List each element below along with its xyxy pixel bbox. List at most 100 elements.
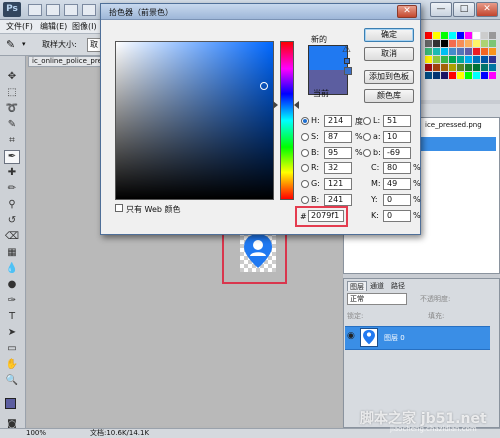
swatch-cell[interactable] — [489, 64, 496, 71]
crop-tool-icon[interactable]: ⌗ — [4, 134, 20, 148]
swatch-cell[interactable] — [465, 72, 472, 79]
swatch-cell[interactable] — [425, 72, 432, 79]
color-libraries-button[interactable]: 颜色库 — [364, 89, 414, 103]
eraser-tool-icon[interactable]: ⌫ — [4, 230, 20, 244]
maximize-button[interactable]: □ — [453, 2, 475, 17]
swatch-cell[interactable] — [441, 48, 448, 55]
swatch-cell[interactable] — [457, 48, 464, 55]
swatch-cell[interactable] — [449, 56, 456, 63]
swatches-grid[interactable] — [421, 20, 500, 100]
swatch-cell[interactable] — [481, 40, 488, 47]
web-colors-only-checkbox[interactable] — [115, 204, 123, 212]
dialog-titlebar[interactable]: 拾色器（前景色） ✕ — [101, 4, 420, 20]
swatch-cell[interactable] — [441, 32, 448, 39]
input-s[interactable]: 87 — [324, 131, 352, 143]
swatch-cell[interactable] — [449, 72, 456, 79]
type-tool-icon[interactable]: T — [4, 310, 20, 324]
swatch-cell[interactable] — [433, 72, 440, 79]
swatch-cell[interactable] — [457, 64, 464, 71]
swatch-cell[interactable] — [473, 72, 480, 79]
swatch-cell[interactable] — [425, 40, 432, 47]
tab-paths[interactable]: 路径 — [389, 281, 407, 291]
swatch-cell[interactable] — [441, 40, 448, 47]
bridge-icon[interactable] — [28, 4, 42, 16]
document-tab[interactable]: ic_online_police_pressed — [28, 56, 108, 67]
radio-s[interactable] — [301, 133, 309, 141]
swatch-cell[interactable] — [441, 72, 448, 79]
gradient-tool-icon[interactable]: ▦ — [4, 246, 20, 260]
quick-select-tool-icon[interactable]: ✎ — [4, 118, 20, 132]
swatch-cell[interactable] — [473, 64, 480, 71]
swatch-cell[interactable] — [481, 48, 488, 55]
swatch-cell[interactable] — [481, 56, 488, 63]
input-a[interactable]: 10 — [383, 131, 411, 143]
tab-layers[interactable]: 图层 — [347, 281, 367, 291]
web-safe-cube-icon[interactable] — [344, 67, 352, 75]
swatch-cell[interactable] — [433, 32, 440, 39]
swatch-cell[interactable] — [489, 72, 496, 79]
swatch-cell[interactable] — [425, 64, 432, 71]
input-h[interactable]: 214 — [324, 115, 352, 127]
color-field-cursor[interactable] — [260, 82, 268, 90]
clone-stamp-tool-icon[interactable]: ⚲ — [4, 198, 20, 212]
swatch-cell[interactable] — [473, 32, 480, 39]
swatch-cell[interactable] — [489, 40, 496, 47]
dialog-close-button[interactable]: ✕ — [397, 5, 417, 18]
radio-b[interactable] — [301, 149, 309, 157]
cancel-button[interactable]: 取消 — [364, 47, 414, 61]
minibridge-icon[interactable] — [46, 4, 60, 16]
shape-tool-icon[interactable]: ▭ — [4, 342, 20, 356]
swatch-cell[interactable] — [457, 32, 464, 39]
input-l[interactable]: 51 — [383, 115, 411, 127]
hex-input[interactable]: 2079f1 — [308, 210, 344, 222]
radio-b-lab[interactable] — [363, 149, 371, 157]
swatch-cell[interactable] — [489, 32, 496, 39]
input-b-rgb[interactable]: 241 — [324, 194, 352, 206]
swatch-cell[interactable] — [433, 40, 440, 47]
canvas-image[interactable] — [240, 232, 276, 272]
move-tool-icon[interactable]: ✥ — [4, 70, 20, 84]
swatch-cell[interactable] — [489, 56, 496, 63]
radio-l[interactable] — [363, 117, 371, 125]
dodge-tool-icon[interactable]: ● — [4, 278, 20, 292]
zoom-level-icon[interactable] — [64, 4, 78, 16]
hue-slider[interactable] — [280, 41, 294, 200]
hand-tool-icon[interactable] — [82, 4, 96, 16]
swatch-cell[interactable] — [433, 64, 440, 71]
warning-triangle-icon[interactable]: ⚠ — [342, 44, 351, 55]
swatch-cell[interactable] — [449, 64, 456, 71]
chevron-down-icon[interactable]: ▾ — [22, 40, 26, 48]
zoom-tool-icon[interactable]: 🔍 — [4, 374, 20, 388]
swatch-cell[interactable] — [449, 40, 456, 47]
hand-tool-icon[interactable]: ✋ — [4, 358, 20, 372]
swatch-cell[interactable] — [425, 48, 432, 55]
blur-tool-icon[interactable]: 💧 — [4, 262, 20, 276]
layer-name[interactable]: 图层 0 — [384, 333, 405, 343]
swatch-cell[interactable] — [465, 48, 472, 55]
input-m[interactable]: 49 — [383, 178, 411, 190]
history-brush-tool-icon[interactable]: ↺ — [4, 214, 20, 228]
swatch-cell[interactable] — [481, 32, 488, 39]
radio-h[interactable] — [301, 117, 309, 125]
menu-file[interactable]: 文件(F) — [6, 21, 33, 33]
radio-b-rgb[interactable] — [301, 196, 309, 204]
input-k[interactable]: 0 — [383, 210, 411, 222]
swatch-cell[interactable] — [449, 32, 456, 39]
lasso-tool-icon[interactable]: ➰ — [4, 102, 20, 116]
radio-r[interactable] — [301, 164, 309, 172]
blend-mode-select[interactable]: 正常 — [347, 293, 407, 305]
healing-brush-tool-icon[interactable]: ✚ — [4, 166, 20, 180]
swatch-cell[interactable] — [465, 56, 472, 63]
pen-tool-icon[interactable]: ✑ — [4, 294, 20, 308]
eyedropper-tool-icon[interactable]: ✒ — [4, 150, 20, 164]
document-size[interactable]: 文档:10.6K/14.1K — [90, 429, 149, 438]
brush-tool-icon[interactable]: ✏ — [4, 182, 20, 196]
swatch-cell[interactable] — [473, 40, 480, 47]
path-select-tool-icon[interactable]: ➤ — [4, 326, 20, 340]
input-g[interactable]: 121 — [324, 178, 352, 190]
swatch-cell[interactable] — [441, 64, 448, 71]
add-to-swatches-button[interactable]: 添加到色板 — [364, 70, 414, 84]
history-selected-row[interactable] — [420, 137, 496, 151]
zoom-level[interactable]: 100% — [26, 429, 46, 438]
tab-channels[interactable]: 通道 — [368, 281, 386, 291]
